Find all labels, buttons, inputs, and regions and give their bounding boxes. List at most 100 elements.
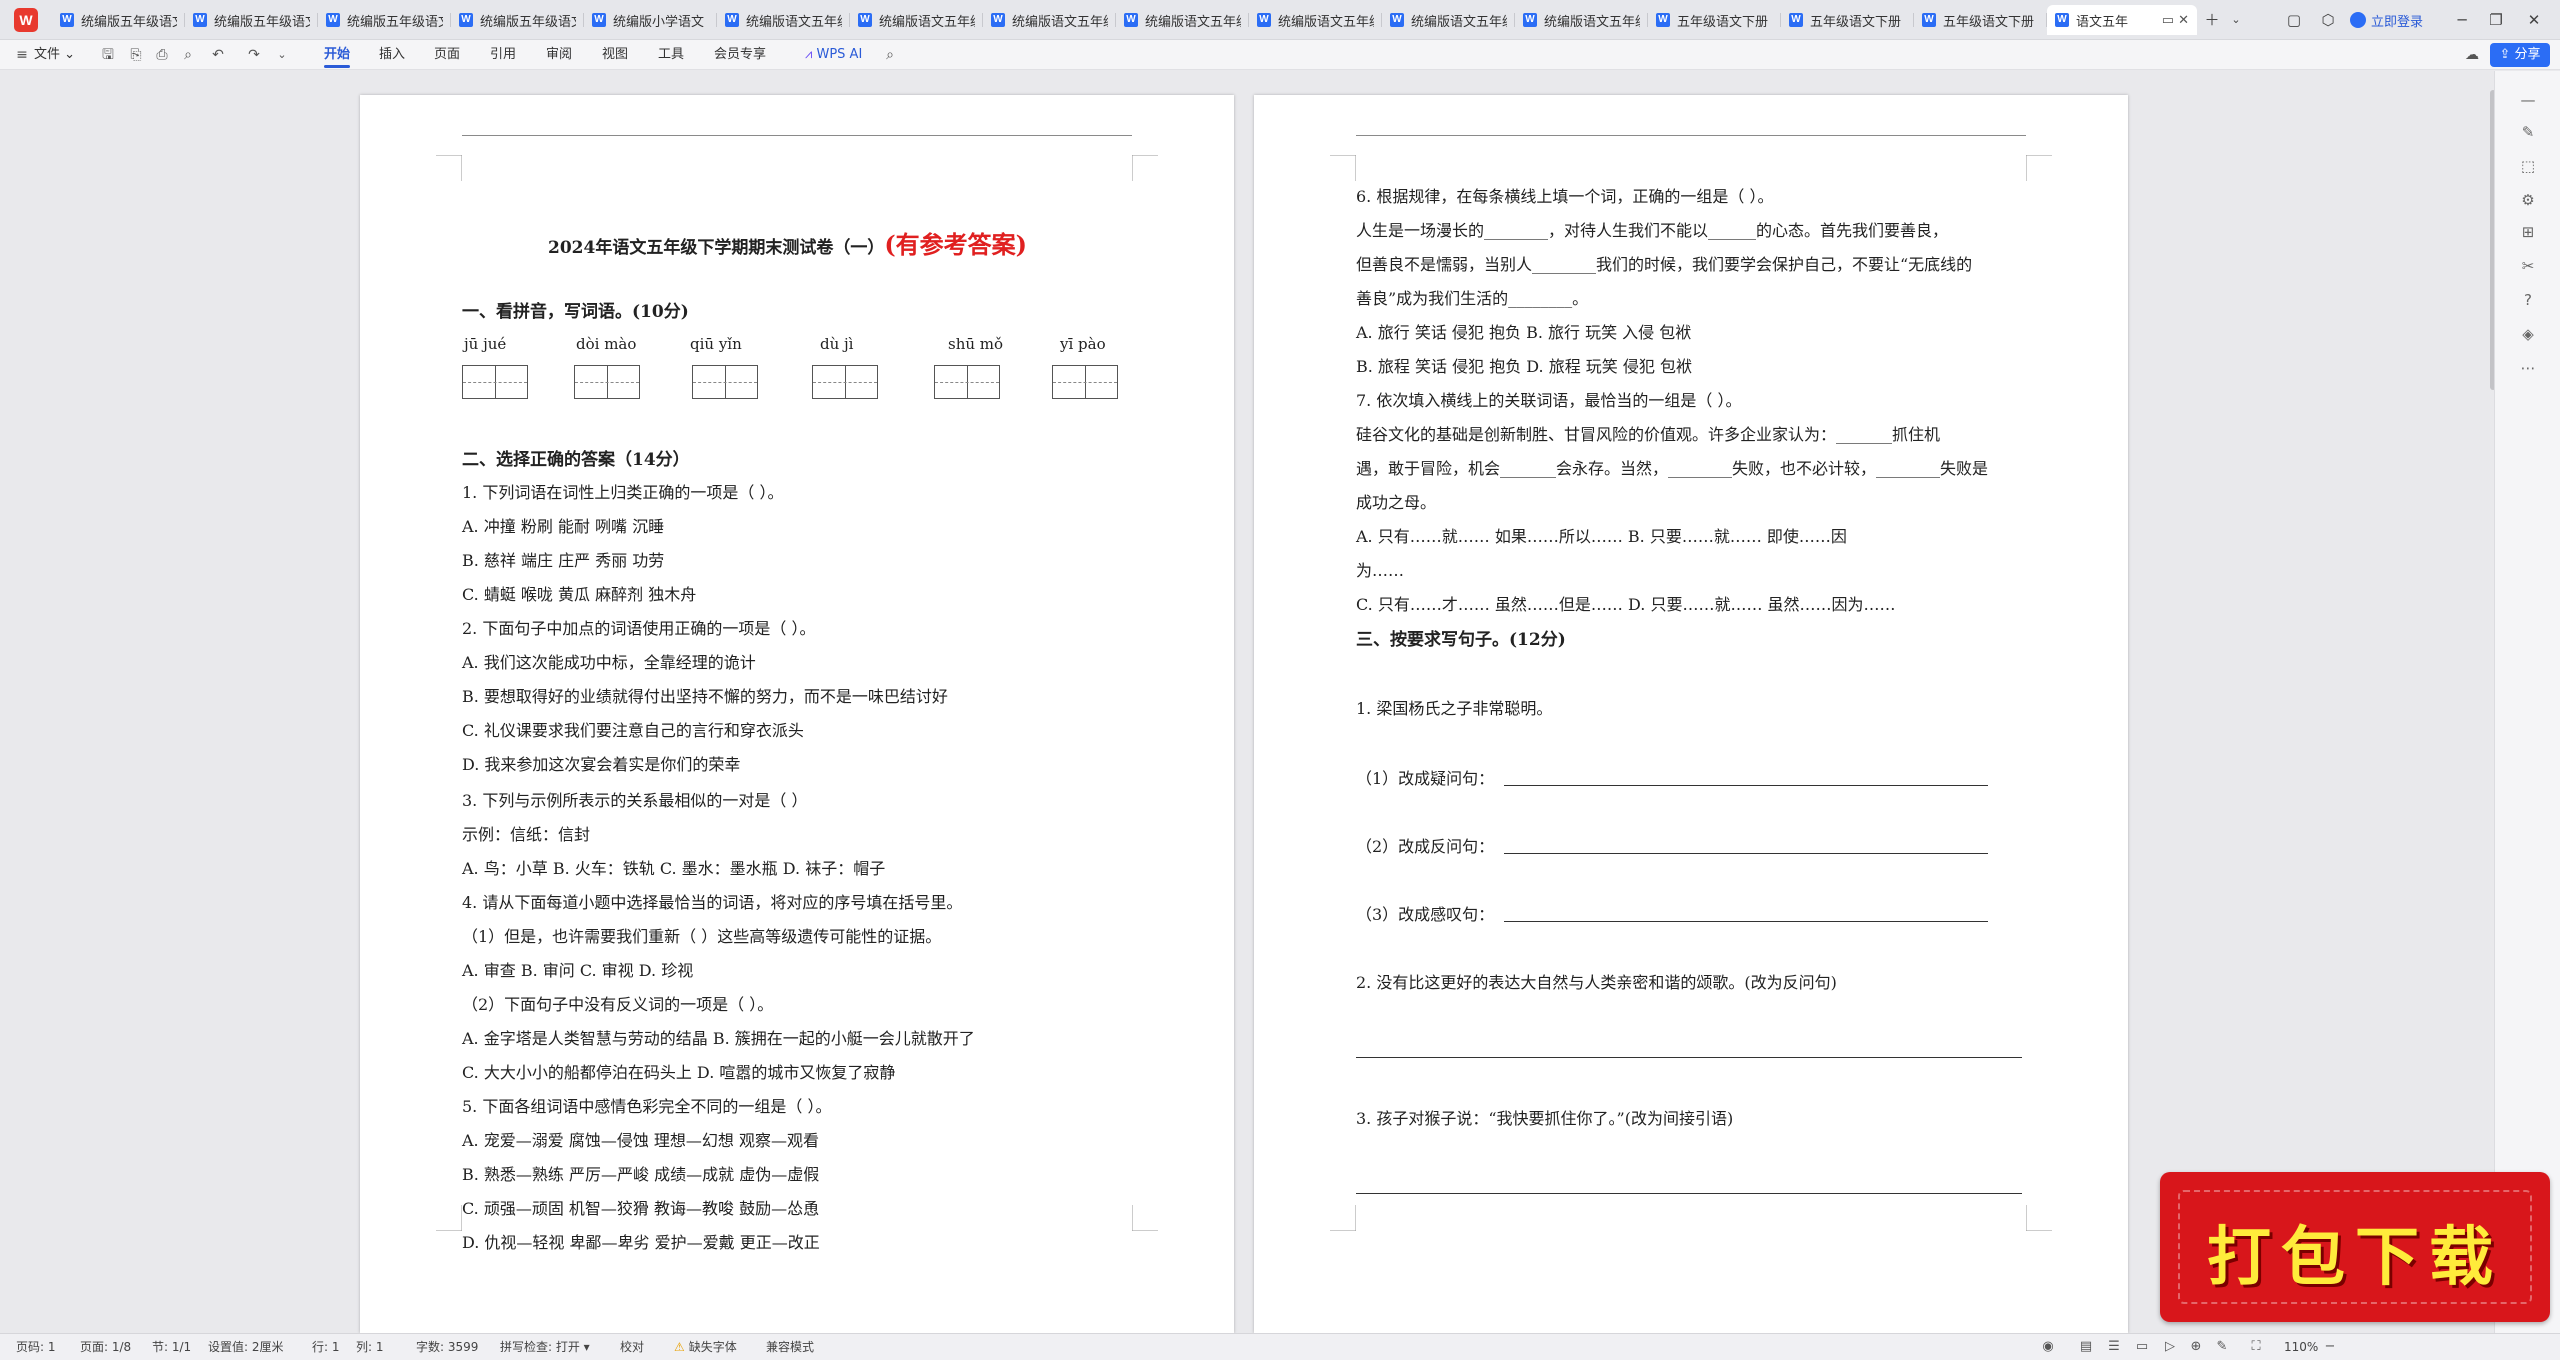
monitor-icon[interactable]: ▭ xyxy=(2162,13,2174,28)
document-tab[interactable]: W 五年级语文下册 xyxy=(1648,5,1781,35)
question-line: 2. 下面句子中加点的词语使用正确的一项是（ ）。 xyxy=(462,619,816,638)
wps-ai-button[interactable]: ⩘ WPS AI xyxy=(805,40,862,70)
print-preview-icon[interactable]: ⌕ xyxy=(178,45,198,65)
search-icon[interactable]: ⌕ xyxy=(880,45,900,65)
answer-line[interactable] xyxy=(1504,921,1988,922)
close-tab-icon[interactable]: ✕ xyxy=(2178,13,2189,28)
tools-icon[interactable]: ✂ xyxy=(2517,255,2539,277)
document-tab[interactable]: W 统编版语文五年级 xyxy=(1382,5,1515,35)
play-icon[interactable]: ▷ xyxy=(2160,1337,2180,1357)
proofread-button[interactable]: 校对 xyxy=(620,1334,644,1360)
writing-grid[interactable] xyxy=(462,365,528,399)
question-line: （1）但是，也许需要我们重新（ ）这些高等级遗传可能性的证据。 xyxy=(462,927,942,946)
window-layout-icon[interactable]: ▢ xyxy=(2282,8,2306,32)
writing-grid[interactable] xyxy=(812,365,878,399)
question-line: 4. 请从下面每道小题中选择最恰当的词语，将对应的序号填在括号里。 xyxy=(462,893,963,912)
answer-line[interactable] xyxy=(1504,785,1988,786)
document-tab-active[interactable]: W 语文五年 ▭ ✕ xyxy=(2047,5,2197,35)
menu-item-page[interactable]: 页面 xyxy=(434,40,460,70)
format-painter-icon[interactable]: ⊞ xyxy=(2517,221,2539,243)
spell-check-toggle[interactable]: 拼写检查: 打开 ▾ xyxy=(500,1334,590,1360)
status-row[interactable]: 行: 1 xyxy=(312,1334,340,1360)
status-page-number[interactable]: 页码: 1 xyxy=(16,1334,56,1360)
missing-font-button[interactable]: ⚠ 缺失字体 xyxy=(674,1334,737,1360)
document-tab[interactable]: W 统编版小学语文 xyxy=(584,5,717,35)
help-icon[interactable]: ? xyxy=(2517,289,2539,311)
status-section[interactable]: 节: 1/1 xyxy=(152,1334,191,1360)
zoom-out-icon[interactable]: − xyxy=(2320,1337,2340,1357)
login-button[interactable]: 立即登录 xyxy=(2350,8,2423,32)
document-page-2[interactable]: 6. 根据规律，在每条横线上填一个词，正确的一组是（ ）。 人生是一场漫长的__… xyxy=(1254,95,2128,1333)
menu-item-reference[interactable]: 引用 xyxy=(490,40,516,70)
pen-icon[interactable]: ✎ xyxy=(2212,1337,2232,1357)
more-icon[interactable]: ⋯ xyxy=(2517,357,2539,379)
document-tab[interactable]: W 统编版语文五年级 xyxy=(1515,5,1648,35)
document-tab[interactable]: W 统编版语文五年级 xyxy=(717,5,850,35)
document-tab[interactable]: W 统编版五年级语文 xyxy=(185,5,318,35)
status-col[interactable]: 列: 1 xyxy=(356,1334,384,1360)
menu-item-home[interactable]: 开始 xyxy=(324,40,351,70)
menu-item-insert[interactable]: 插入 xyxy=(379,40,405,70)
zoom-level[interactable]: 110% xyxy=(2284,1334,2318,1360)
print-icon[interactable]: ⎙ xyxy=(152,45,172,65)
tab-title: 五年级语文下册 xyxy=(1943,14,2035,30)
menu-item-view[interactable]: 视图 xyxy=(602,40,628,70)
tab-bar: W W 统编版五年级语文 W 统编版五年级语文 W 统编版五年级语文 W 统编版五年级语… xyxy=(0,0,2560,40)
file-menu[interactable]: 文件 ⌄ xyxy=(34,40,75,70)
menu-item-review[interactable]: 审阅 xyxy=(546,40,572,70)
pinyin-label: dòi mào xyxy=(576,335,637,353)
eye-protection-icon[interactable]: ◉ xyxy=(2038,1337,2058,1357)
shape-icon[interactable]: ◈ xyxy=(2517,323,2539,345)
chevron-down-icon[interactable]: ⌄ xyxy=(2224,8,2248,32)
cube-icon[interactable]: ⬡ xyxy=(2316,8,2340,32)
cloud-icon[interactable]: ☁ xyxy=(2462,45,2482,65)
adjust-icon[interactable]: ⚙ xyxy=(2517,189,2539,211)
writing-grid[interactable] xyxy=(574,365,640,399)
document-tab[interactable]: W 统编版语文五年级 xyxy=(850,5,983,35)
collapse-panel-icon[interactable]: — xyxy=(2517,89,2539,111)
answer-line[interactable] xyxy=(1356,1193,2022,1194)
restore-icon[interactable]: ❐ xyxy=(2484,8,2508,32)
writing-grid[interactable] xyxy=(934,365,1000,399)
hamburger-icon[interactable]: ≡ xyxy=(12,45,32,65)
pen-edit-icon[interactable]: ✎ xyxy=(2517,121,2539,143)
wps-logo-icon[interactable]: W xyxy=(14,8,38,32)
status-setting[interactable]: 设置值: 2厘米 xyxy=(208,1334,284,1360)
save-icon[interactable]: 🖫 xyxy=(98,45,118,65)
redo-icon[interactable]: ↷ xyxy=(244,45,264,65)
status-page-count[interactable]: 页面: 1/8 xyxy=(80,1334,131,1360)
share-button[interactable]: ⇪ 分享 xyxy=(2490,43,2550,67)
close-window-icon[interactable]: ✕ xyxy=(2522,8,2546,32)
status-word-count[interactable]: 字数: 3599 xyxy=(416,1334,478,1360)
minimize-icon[interactable]: ─ xyxy=(2450,8,2474,32)
answer-line[interactable] xyxy=(1504,853,1988,854)
undo-icon[interactable]: ↶ xyxy=(208,45,228,65)
option-line: A. 金字塔是人类智慧与劳动的结晶 B. 簇拥在一起的小艇一会儿就散开了 xyxy=(462,1029,975,1048)
document-tab[interactable]: W 统编版五年级语文 xyxy=(318,5,451,35)
download-banner[interactable]: 打包下载 xyxy=(2160,1172,2550,1322)
menu-item-member[interactable]: 会员专享 xyxy=(714,40,766,70)
document-tab[interactable]: W 五年级语文下册 xyxy=(1781,5,1914,35)
answer-line[interactable] xyxy=(1356,1057,2022,1058)
web-view-icon[interactable]: ⊕ xyxy=(2186,1337,2206,1357)
document-page-1[interactable]: 2024年语文五年级下学期期末测试卷（一）(有参考答案) 一、看拼音，写词语。(… xyxy=(360,95,1234,1333)
document-tab[interactable]: W 五年级语文下册 xyxy=(1914,5,2047,35)
chevron-down-icon[interactable]: ⌄ xyxy=(272,45,292,65)
document-tab[interactable]: W 统编版语文五年级 xyxy=(1249,5,1382,35)
document-tab[interactable]: W 统编版五年级语文 xyxy=(451,5,584,35)
new-tab-icon[interactable]: ＋ xyxy=(2200,8,2224,32)
document-tab[interactable]: W 统编版语文五年级 xyxy=(1116,5,1249,35)
read-view-icon[interactable]: ▭ xyxy=(2132,1337,2152,1357)
select-cursor-icon[interactable]: ⬚ xyxy=(2517,155,2539,177)
zoom-fit-icon[interactable]: ⛶ xyxy=(2246,1337,2266,1357)
writing-grid[interactable] xyxy=(692,365,758,399)
page-view-icon[interactable]: ▤ xyxy=(2076,1337,2096,1357)
outline-view-icon[interactable]: ☰ xyxy=(2104,1337,2124,1357)
paragraph-line: 但善良不是懦弱，当别人________我们的时候，我们要学会保护自己，不要让“无… xyxy=(1356,255,1973,274)
document-tab[interactable]: W 统编版语文五年级 xyxy=(983,5,1116,35)
writing-grid[interactable] xyxy=(1052,365,1118,399)
menu-item-tools[interactable]: 工具 xyxy=(658,40,684,70)
export-pdf-icon[interactable]: ⎘ xyxy=(126,45,146,65)
missing-font-label: 缺失字体 xyxy=(688,1340,737,1354)
document-tab[interactable]: W 统编版五年级语文 xyxy=(52,5,185,35)
